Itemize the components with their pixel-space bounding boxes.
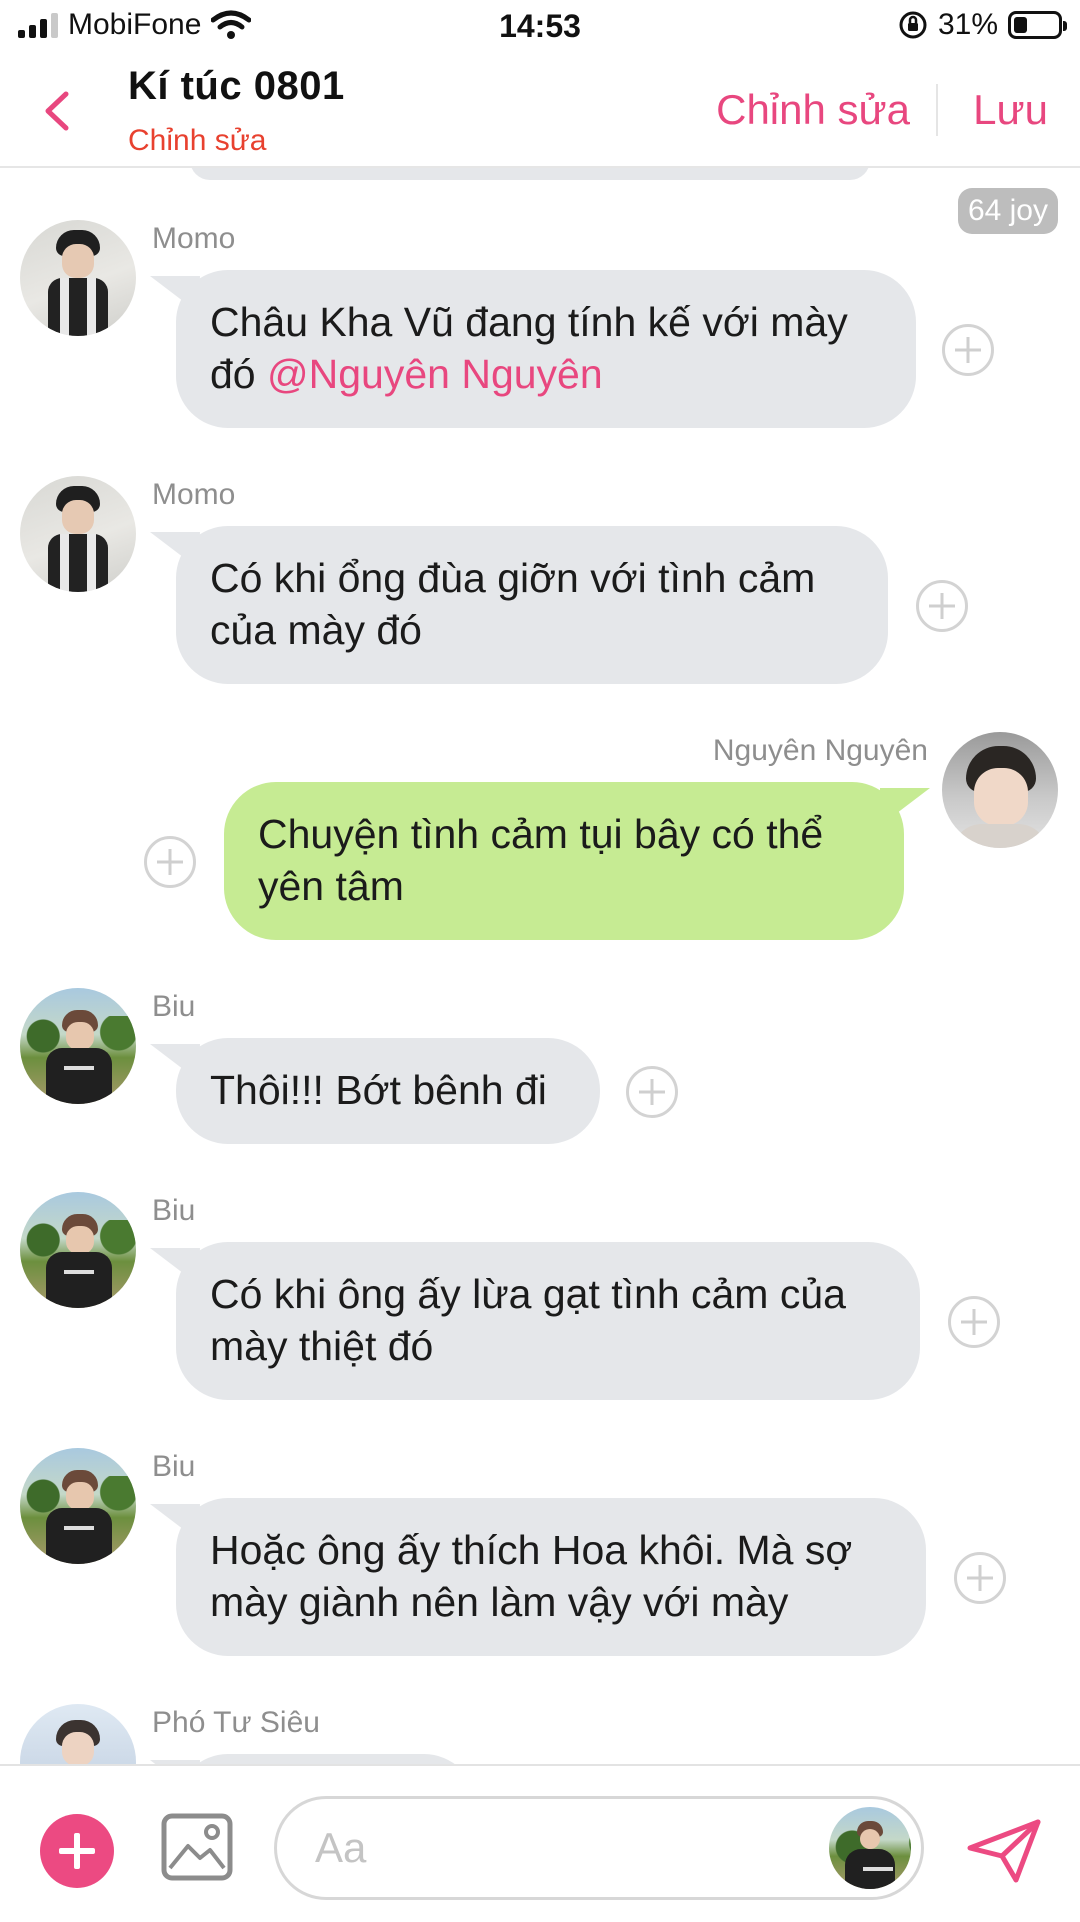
add-reaction-icon[interactable] bbox=[916, 580, 968, 632]
message-item: Biu Hoặc ông ấy thích Hoa khôi. Mà sợ mà… bbox=[0, 1396, 1080, 1656]
sender-name: Momo bbox=[152, 478, 236, 511]
message-item: Biu Thôi!!! Bớt bênh đi bbox=[0, 936, 1080, 1144]
battery-percent: 31% bbox=[937, 8, 998, 41]
rotation-lock-icon bbox=[899, 11, 927, 39]
add-reaction-icon[interactable] bbox=[942, 324, 994, 376]
send-icon[interactable] bbox=[966, 1818, 1042, 1884]
plus-icon[interactable] bbox=[40, 1814, 114, 1888]
chevron-left-icon[interactable] bbox=[38, 86, 78, 136]
composer-bar bbox=[0, 1764, 1080, 1922]
sender-name: Phó Tư Siêu bbox=[152, 1706, 320, 1739]
sender-avatar[interactable] bbox=[829, 1807, 911, 1889]
add-reaction-icon[interactable] bbox=[144, 836, 196, 888]
avatar-momo[interactable] bbox=[20, 476, 136, 592]
message-bubble[interactable]: Có khi ổng đùa giỡn với tình cảm của mày… bbox=[176, 526, 888, 684]
message-item: Nguyên Nguyên Chuyện tình cảm tụi bây có… bbox=[0, 680, 1080, 940]
message-text: Hoặc ông ấy thích Hoa khôi. Mà sợ mày gi… bbox=[210, 1527, 853, 1625]
message-input[interactable] bbox=[313, 1823, 797, 1873]
sender-name: Biu bbox=[152, 990, 196, 1023]
avatar-biu[interactable] bbox=[20, 1448, 136, 1564]
sender-name: Biu bbox=[152, 1194, 196, 1227]
battery-icon bbox=[1008, 11, 1067, 39]
edit-button[interactable]: Chỉnh sửa bbox=[716, 86, 910, 134]
chat-title: Kí túc 0801 bbox=[128, 64, 345, 108]
avatar-pho-tu-sieu[interactable] bbox=[20, 1704, 136, 1764]
message-text: Thôi!!! Bớt bênh đi bbox=[210, 1067, 547, 1113]
sender-name: Biu bbox=[152, 1450, 196, 1483]
message-item: Phó Tư Siêu bbox=[0, 1652, 1080, 1764]
message-list[interactable]: 64 joy Momo Châu Kha Vũ đang tính kế với… bbox=[0, 168, 1080, 1764]
mention-link[interactable]: @Nguyên Nguyên bbox=[267, 351, 603, 397]
sender-name: Nguyên Nguyên bbox=[712, 734, 928, 767]
avatar-momo[interactable] bbox=[20, 220, 136, 336]
save-button[interactable]: Lưu bbox=[973, 86, 1048, 134]
message-bubble[interactable]: Chuyện tình cảm tụi bây có thể yên tâm bbox=[224, 782, 904, 940]
chat-header: Kí túc 0801 Chỉnh sửa Chỉnh sửa Lưu bbox=[0, 56, 1080, 168]
message-text: Chuyện tình cảm tụi bây có thể yên tâm bbox=[258, 811, 824, 909]
sender-name: Momo bbox=[152, 222, 236, 255]
avatar-biu[interactable] bbox=[20, 988, 136, 1104]
message-bubble[interactable]: Hoặc ông ấy thích Hoa khôi. Mà sợ mày gi… bbox=[176, 1498, 926, 1656]
message-bubble[interactable]: Thôi!!! Bớt bênh đi bbox=[176, 1038, 600, 1144]
message-bubble[interactable]: Châu Kha Vũ đang tính kế với mày đó @Ngu… bbox=[176, 270, 916, 428]
message-bubble[interactable] bbox=[176, 1754, 476, 1764]
avatar-biu[interactable] bbox=[20, 1192, 136, 1308]
battery-fill bbox=[1014, 17, 1028, 33]
status-bar: MobiFone 14:53 31% bbox=[0, 0, 1080, 56]
avatar-nguyen-nguyen[interactable] bbox=[942, 732, 1058, 848]
chat-subtitle[interactable]: Chỉnh sửa bbox=[128, 124, 267, 158]
status-bar-right: 31% bbox=[898, 8, 1067, 42]
message-text: Có khi ổng đùa giỡn với tình cảm của mày… bbox=[210, 555, 816, 653]
message-bubble[interactable]: Có khi ông ấy lừa gạt tình cảm của mày t… bbox=[176, 1242, 920, 1400]
message-item: Momo Có khi ổng đùa giỡn với tình cảm củ… bbox=[0, 424, 1080, 684]
message-item: Momo Châu Kha Vũ đang tính kế với mày đó… bbox=[0, 168, 1080, 428]
message-text: Có khi ông ấy lừa gạt tình cảm của mày t… bbox=[210, 1271, 846, 1369]
add-reaction-icon[interactable] bbox=[626, 1066, 678, 1118]
message-item: Biu Có khi ông ấy lừa gạt tình cảm của m… bbox=[0, 1140, 1080, 1400]
image-icon[interactable] bbox=[160, 1812, 234, 1882]
header-divider bbox=[936, 84, 938, 136]
add-reaction-icon[interactable] bbox=[948, 1296, 1000, 1348]
add-reaction-icon[interactable] bbox=[954, 1552, 1006, 1604]
message-input-container[interactable] bbox=[274, 1796, 924, 1900]
